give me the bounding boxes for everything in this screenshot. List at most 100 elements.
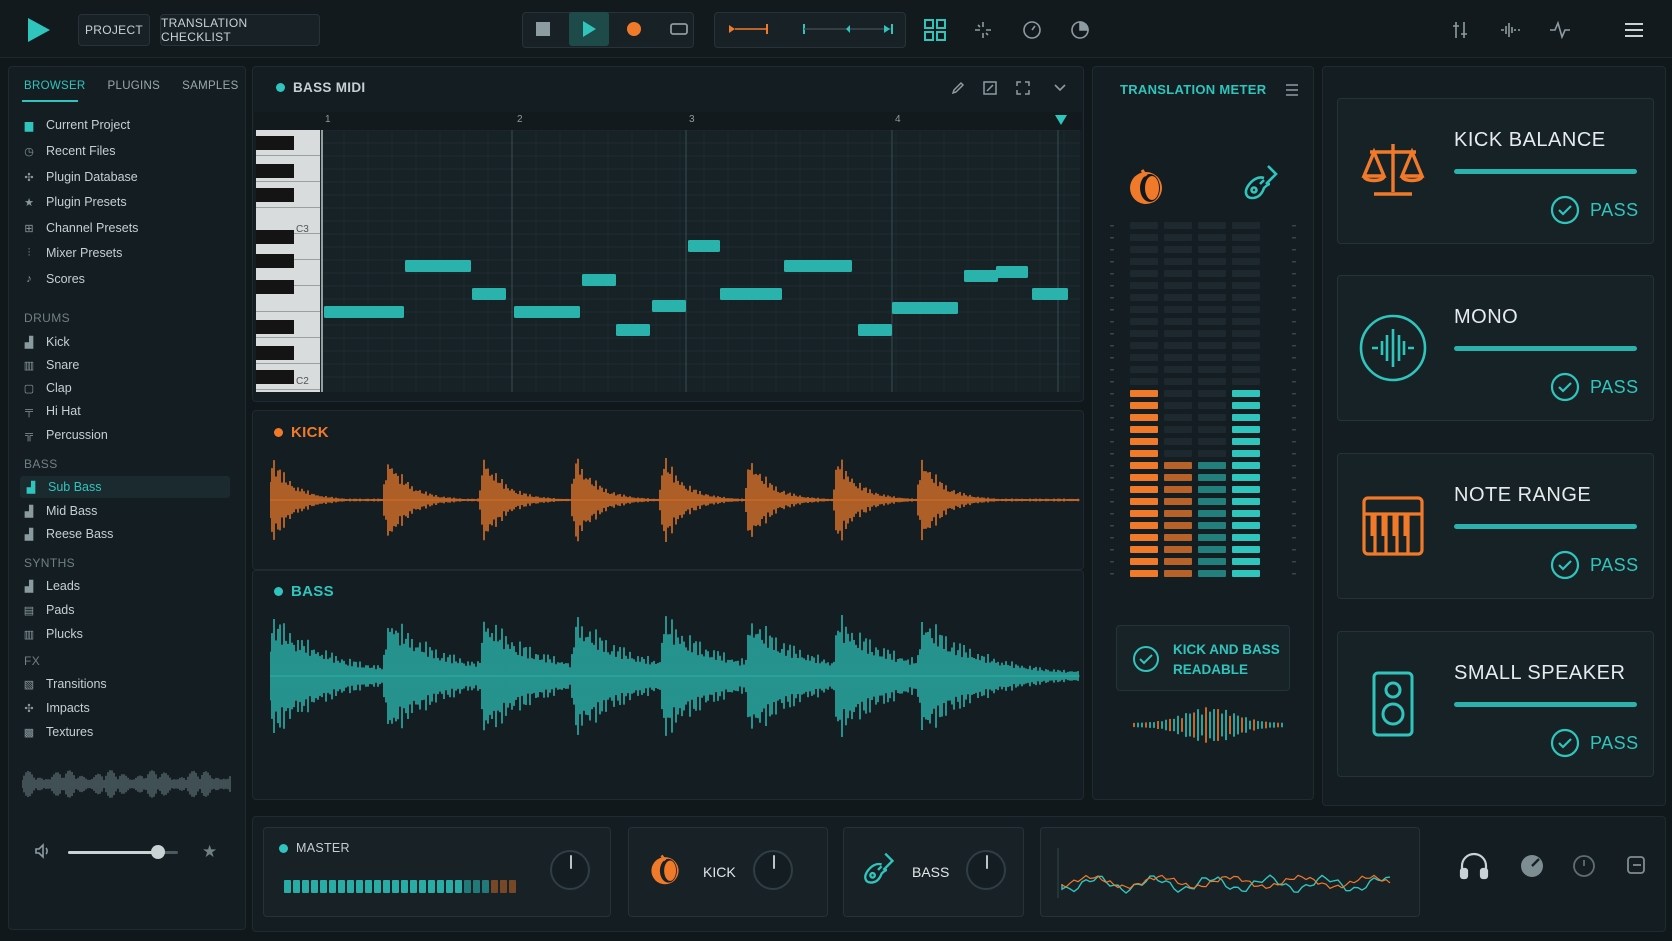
browser-item-percussion[interactable]: ╦ Percussion <box>22 424 108 446</box>
browser-item-recent-files[interactable]: ◷ Recent Files <box>22 140 115 162</box>
meter-segment <box>1232 318 1260 325</box>
black-key[interactable] <box>256 280 294 294</box>
browser-item-reese-bass[interactable]: ▟ Reese Bass <box>22 523 114 545</box>
play-icon[interactable] <box>569 12 609 46</box>
master-meter-segment <box>293 880 300 893</box>
browser-item-clap[interactable]: ▢ Clap <box>22 377 72 399</box>
black-key[interactable] <box>256 346 294 360</box>
check-card-kick-balance[interactable]: KICK BALANCE PASS <box>1337 98 1654 244</box>
stop-icon[interactable] <box>523 11 563 47</box>
favorite-star-icon[interactable]: ★ <box>202 842 217 862</box>
browser-item-transitions[interactable]: ▧ Transitions <box>22 673 107 695</box>
master-meter-segment <box>437 880 444 893</box>
meter-segment <box>1198 438 1226 445</box>
meter-tick <box>1110 393 1114 395</box>
kick-track-label[interactable]: KICK <box>274 424 329 441</box>
browser-item-textures[interactable]: ▩ Textures <box>22 721 93 743</box>
master-meter-segment <box>446 880 453 893</box>
piano-roll-title: BASS MIDI <box>276 80 365 95</box>
master-meter-segment <box>509 880 516 893</box>
meter-segment <box>1198 558 1226 565</box>
browser-item-impacts[interactable]: ✣ Impacts <box>22 697 89 719</box>
timer-icon[interactable] <box>1571 852 1597 881</box>
note-grid[interactable] <box>320 130 1080 392</box>
black-key[interactable] <box>256 188 294 202</box>
pencil-icon[interactable] <box>943 68 973 108</box>
check-card-mono[interactable]: MONO PASS <box>1337 275 1654 421</box>
browser-tabs: BROWSER PLUGINS SAMPLES <box>24 80 261 92</box>
bass-waveform[interactable] <box>270 606 1080 746</box>
tab-browser[interactable]: BROWSER <box>24 80 86 92</box>
export-icon[interactable] <box>1626 855 1646 878</box>
browser-item-plugin-presets[interactable]: ★ Plugin Presets <box>22 191 127 213</box>
browser-item-kick[interactable]: ▟ Kick <box>22 331 70 353</box>
tab-plugins[interactable]: PLUGINS <box>108 80 161 92</box>
tab-samples[interactable]: SAMPLES <box>182 80 238 92</box>
black-key[interactable] <box>256 254 294 268</box>
meter-segment <box>1164 294 1192 301</box>
master-knob[interactable] <box>550 850 590 890</box>
meter-segment <box>1130 318 1158 325</box>
browser-item-sub-bass[interactable]: ▟ Sub Bass <box>20 476 230 498</box>
volume-slider[interactable] <box>68 845 178 859</box>
resize-icon[interactable] <box>975 68 1005 108</box>
meter-menu-icon[interactable] <box>1275 70 1309 110</box>
browser-item-channel-presets[interactable]: ⊞ Channel Presets <box>22 217 138 239</box>
loop-icon[interactable] <box>659 11 699 47</box>
waveform-icon[interactable] <box>1490 10 1530 50</box>
piano-keyboard[interactable] <box>256 130 320 392</box>
tempo-icon[interactable] <box>1060 10 1100 50</box>
project-button[interactable]: PROJECT <box>78 14 150 46</box>
headphones-icon[interactable] <box>1459 852 1489 883</box>
midi-note <box>616 324 650 336</box>
percussion-icon: ╦ <box>25 429 33 441</box>
volume-icon[interactable] <box>34 842 52 863</box>
grid-icon[interactable] <box>915 10 955 50</box>
marker-icon[interactable] <box>726 11 772 47</box>
check-card-small-speaker[interactable]: SMALL SPEAKER PASS <box>1337 631 1654 777</box>
pan-knob-icon[interactable] <box>1519 853 1545 882</box>
browser-item-hihat[interactable]: ╤ Hi Hat <box>22 400 81 422</box>
browser-item-leads[interactable]: ▟ Leads <box>22 575 80 597</box>
meter-segment <box>1232 366 1260 373</box>
kick-waveform[interactable] <box>270 448 1080 552</box>
black-key[interactable] <box>256 320 294 334</box>
browser-item-current-project[interactable]: ▆ Current Project <box>22 114 130 136</box>
expand-icon[interactable] <box>1008 68 1038 108</box>
play-logo-icon[interactable] <box>22 14 54 46</box>
meter-segment <box>1198 378 1226 385</box>
meter-tick <box>1292 573 1296 575</box>
browser-item-plugin-database[interactable]: ✣ Plugin Database <box>22 166 137 188</box>
record-icon[interactable] <box>614 11 654 47</box>
midi-note <box>652 300 686 312</box>
check-card-note-range[interactable]: NOTE RANGE PASS <box>1337 453 1654 599</box>
meter-tick <box>1110 369 1114 371</box>
black-key[interactable] <box>256 370 294 384</box>
black-key[interactable] <box>256 164 294 178</box>
browser-item-pads[interactable]: ▤ Pads <box>22 599 75 621</box>
browser-item-mixer-presets[interactable]: ⫶ Mixer Presets <box>22 242 123 264</box>
black-key[interactable] <box>256 136 294 150</box>
preview-wave-path <box>22 770 231 798</box>
meter-segment <box>1232 534 1260 541</box>
tune-icon[interactable] <box>1440 10 1480 50</box>
bass-track-label[interactable]: BASS <box>274 583 334 600</box>
black-key[interactable] <box>256 230 294 244</box>
translation-checklist-button[interactable]: TRANSLATION CHECKLIST <box>160 14 320 46</box>
loop-end-marker-icon[interactable] <box>1054 114 1068 129</box>
browser-item-mid-bass[interactable]: ▟ Mid Bass <box>22 500 98 522</box>
meter-segment <box>1232 270 1260 277</box>
timeline-icon[interactable] <box>800 11 896 47</box>
browser-item-scores[interactable]: ♪ Scores <box>22 268 85 290</box>
browser-item-snare[interactable]: ▥ Snare <box>22 354 80 376</box>
snap-icon[interactable] <box>963 10 1003 50</box>
bass-knob[interactable] <box>966 850 1006 890</box>
metronome-icon[interactable] <box>1012 10 1052 50</box>
pulse-icon[interactable] <box>1540 10 1580 50</box>
browser-item-plucks[interactable]: ▥ Plucks <box>22 623 83 645</box>
kick-knob[interactable] <box>753 850 793 890</box>
meter-segment <box>1232 222 1260 229</box>
meter-segment <box>1130 282 1158 289</box>
menu-icon[interactable] <box>1614 10 1654 50</box>
chevron-down-icon[interactable] <box>1045 68 1075 108</box>
